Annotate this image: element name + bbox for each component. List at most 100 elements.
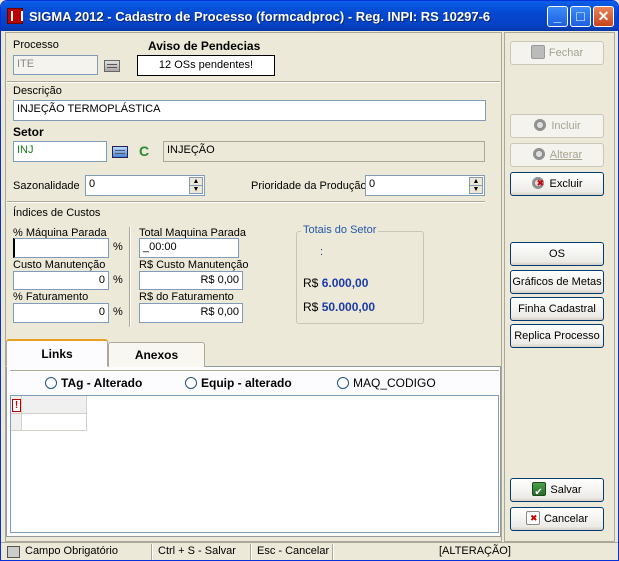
title-bar[interactable]: SIGMA 2012 - Cadastro de Processo (formc… (1, 1, 618, 31)
grid-header-cell (22, 396, 87, 414)
card-icon[interactable] (104, 60, 120, 72)
grid-indicator-cell (11, 414, 22, 431)
replica-button[interactable]: Replica Processo (510, 324, 604, 348)
percent-sign: % (113, 274, 123, 286)
tab-anexos[interactable]: Anexos (108, 342, 205, 367)
incluir-button[interactable]: Incluir (510, 114, 604, 138)
total-1: R$ 6.000,00 (303, 276, 368, 290)
faturamento-label: % Faturamento (13, 291, 89, 303)
status-divider (250, 544, 252, 560)
custo-manut-input[interactable]: 0 (13, 271, 109, 290)
status-mode: [ALTERAÇÃO] (439, 545, 511, 557)
processo-label: Processo (13, 39, 59, 51)
processo-input[interactable]: ITE (13, 55, 98, 75)
window-title: SIGMA 2012 - Cadastro de Processo (formc… (29, 9, 491, 24)
sazonalidade-label: Sazonalidade (13, 180, 80, 192)
aviso-title: Aviso de Pendecias (148, 39, 261, 53)
radio-equip-label: Equip - alterado (201, 376, 292, 390)
setor-name-field: INJEÇÃO (163, 141, 485, 162)
alterar-label: Alterar (549, 149, 583, 161)
close-icon: ✕ (597, 8, 610, 24)
maximize-icon: □ (576, 8, 585, 24)
maq-parada-input[interactable] (13, 238, 109, 258)
os-button[interactable]: OS (510, 242, 604, 266)
rs-faturamento-input[interactable]: R$ 0,00 (139, 303, 243, 323)
minimize-button[interactable]: _ (547, 6, 568, 27)
setor-code-input[interactable]: INJ (13, 141, 107, 162)
spin-up-icon[interactable]: ▲ (190, 178, 202, 186)
divider (7, 201, 485, 203)
rs-custo-manut-label: R$ Custo Manutenção (139, 259, 249, 271)
radio-tag[interactable]: TAg - Alterado (45, 376, 142, 390)
rs-prefix: R$ (303, 300, 319, 314)
radio-circle[interactable] (337, 377, 349, 389)
alterar-button[interactable]: Alterar (510, 143, 604, 167)
status-bar: Campo Obrigatório Ctrl + S - Salvar Esc … (1, 542, 618, 560)
spin-down-icon[interactable]: ▼ (190, 186, 202, 194)
divider (10, 370, 499, 372)
fechar-button[interactable]: Fechar (510, 41, 604, 65)
rs-custo-manut-input[interactable]: R$ 0,00 (139, 271, 243, 290)
excluir-button[interactable]: Excluir (510, 172, 604, 196)
status-esc: Esc - Cancelar (257, 545, 330, 557)
cancelar-button[interactable]: Cancelar (510, 507, 604, 531)
totais-title: Totais do Setor (301, 224, 379, 236)
required-field-swatch (7, 546, 20, 558)
app-icon (7, 8, 23, 24)
radio-maq[interactable]: MAQ_CODIGO (337, 376, 436, 390)
total-2-value: 50.000,00 (321, 300, 376, 314)
descricao-label: Descrição (13, 85, 62, 97)
status-ctrl: Ctrl + S - Salvar (158, 545, 236, 557)
aviso-box: 12 OSs pendentes! (137, 55, 275, 76)
excluir-label: Excluir (549, 178, 583, 190)
aviso-text: 12 OSs pendentes! (158, 59, 254, 71)
total-maq-parada-input[interactable]: _00:00 (139, 238, 239, 258)
door-icon (530, 45, 545, 59)
maximize-button[interactable]: □ (570, 6, 591, 27)
prioridade-spinner[interactable]: ▲ ▼ (469, 177, 483, 194)
finha-button[interactable]: Finha Cadastral (510, 297, 604, 321)
custo-manut-label: Custo Manutenção (13, 259, 106, 271)
radio-circle[interactable] (185, 377, 197, 389)
cancel-icon (525, 511, 540, 525)
cancelar-label: Cancelar (543, 513, 589, 525)
close-button[interactable]: ✕ (593, 6, 614, 27)
total-1-value: 6.000,00 (321, 276, 369, 290)
setor-label: Setor (13, 125, 44, 139)
radio-circle[interactable] (45, 377, 57, 389)
prioridade-label: Prioridade da Produção (251, 180, 367, 192)
sazonalidade-spinner[interactable]: ▲ ▼ (189, 177, 203, 194)
faturamento-input[interactable]: 0 (13, 303, 109, 323)
gear-delete-icon (531, 176, 546, 190)
radio-tag-label: TAg - Alterado (61, 376, 143, 390)
setor-c-label: C (139, 143, 150, 159)
prioridade-input[interactable]: 0 (365, 175, 485, 196)
incluir-label: Incluir (551, 120, 581, 132)
radio-maq-label: MAQ_CODIGO (353, 376, 436, 390)
fechar-label: Fechar (548, 47, 584, 59)
minimize-icon: _ (553, 8, 562, 24)
radio-equip[interactable]: Equip - alterado (185, 376, 292, 390)
divider (129, 227, 131, 327)
totais-colon: : (320, 246, 324, 258)
salvar-button[interactable]: Salvar (510, 478, 604, 504)
status-campo: Campo Obrigatório (25, 545, 118, 557)
status-divider (151, 544, 153, 560)
tab-links[interactable]: Links (6, 339, 108, 367)
salvar-label: Salvar (550, 484, 582, 496)
grid-cell[interactable] (22, 414, 87, 431)
rs-faturamento-label: R$ do Faturamento (139, 291, 234, 303)
graficos-button[interactable]: Gráficos de Metas (510, 270, 604, 294)
gear-icon (533, 118, 548, 132)
sector-card-icon[interactable] (112, 146, 128, 158)
warning-icon: ! (12, 399, 21, 412)
descricao-input[interactable]: INJEÇÃO TERMOPLÁSTICA (13, 100, 486, 121)
indices-label: Índices de Custos (13, 207, 101, 219)
status-divider (332, 544, 334, 560)
rs-prefix: R$ (303, 276, 319, 290)
percent-sign: % (113, 241, 123, 253)
sazonalidade-input[interactable]: 0 (85, 175, 205, 196)
spin-down-icon[interactable]: ▼ (470, 186, 482, 194)
main-window: SIGMA 2012 - Cadastro de Processo (formc… (0, 0, 619, 561)
spin-up-icon[interactable]: ▲ (470, 178, 482, 186)
